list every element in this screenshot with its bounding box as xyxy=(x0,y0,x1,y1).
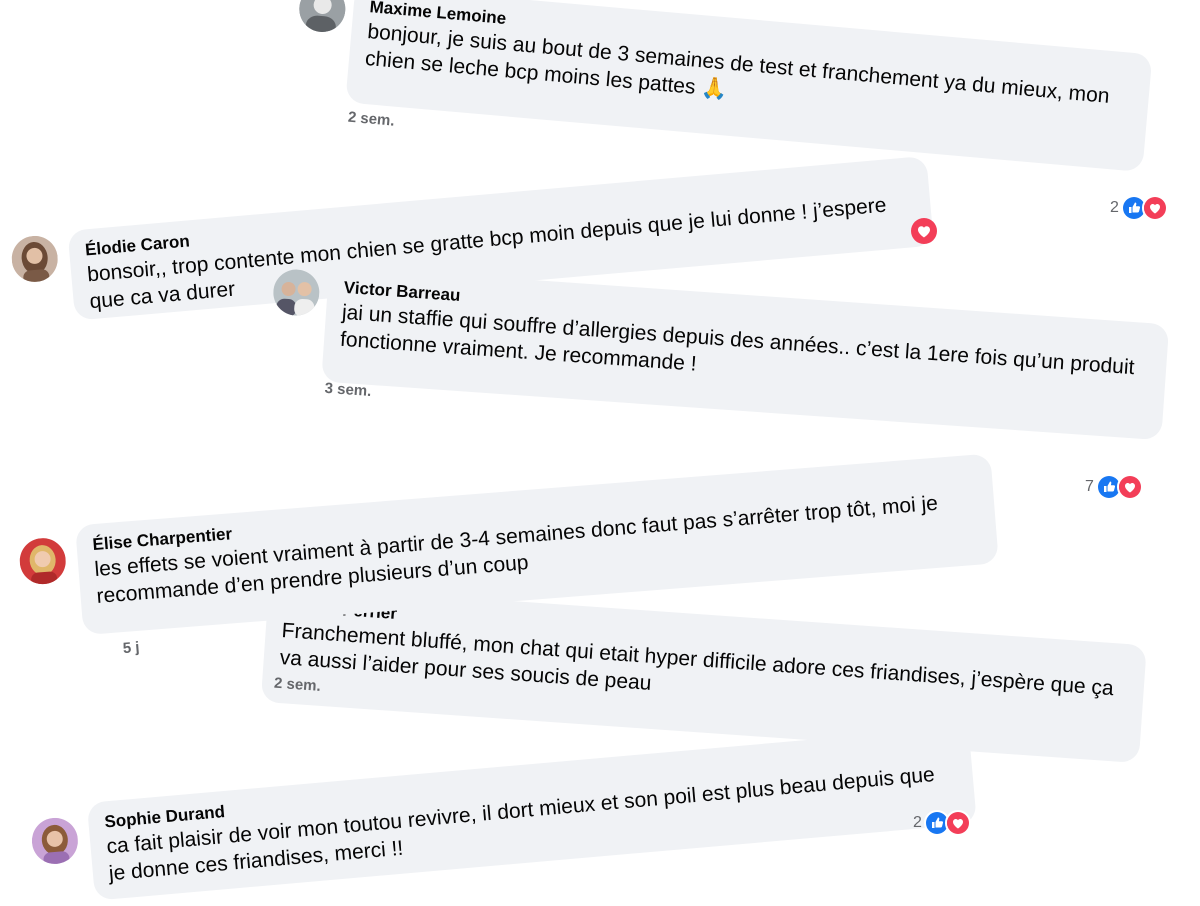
comment-time[interactable]: 2 sem. xyxy=(273,675,321,695)
comment-bubble: Victor Barreau jai un staffie qui souffr… xyxy=(321,265,1170,441)
avatar[interactable] xyxy=(297,0,348,34)
love-icon xyxy=(1141,195,1168,221)
reaction-summary[interactable]: 2 xyxy=(1110,195,1168,221)
comment-bubble: Maxime Lemoine bonjour, je suis au bout … xyxy=(345,0,1153,173)
reaction-summary[interactable]: 2 xyxy=(913,810,971,836)
love-icon xyxy=(944,810,971,836)
avatar[interactable] xyxy=(18,536,68,586)
avatar[interactable] xyxy=(9,233,60,284)
reaction-summary[interactable]: 7 xyxy=(1085,474,1143,500)
reaction-count: 2 xyxy=(1110,199,1119,216)
comment-time[interactable]: 3 sem. xyxy=(324,380,372,400)
comment-bubble: ... Perrier Franchement bluffé, mon chat… xyxy=(260,584,1147,764)
love-icon xyxy=(1116,474,1143,500)
comment-time[interactable]: 2 sem. xyxy=(347,109,395,130)
comment-time[interactable]: 5 j xyxy=(122,639,140,657)
avatar[interactable] xyxy=(30,815,80,866)
reaction-count: 7 xyxy=(1085,478,1094,495)
reaction-count: 2 xyxy=(913,814,922,831)
love-reaction[interactable] xyxy=(911,218,937,244)
comment-bubble: Sophie Durand ca fait plaisir de voir mo… xyxy=(86,725,977,901)
